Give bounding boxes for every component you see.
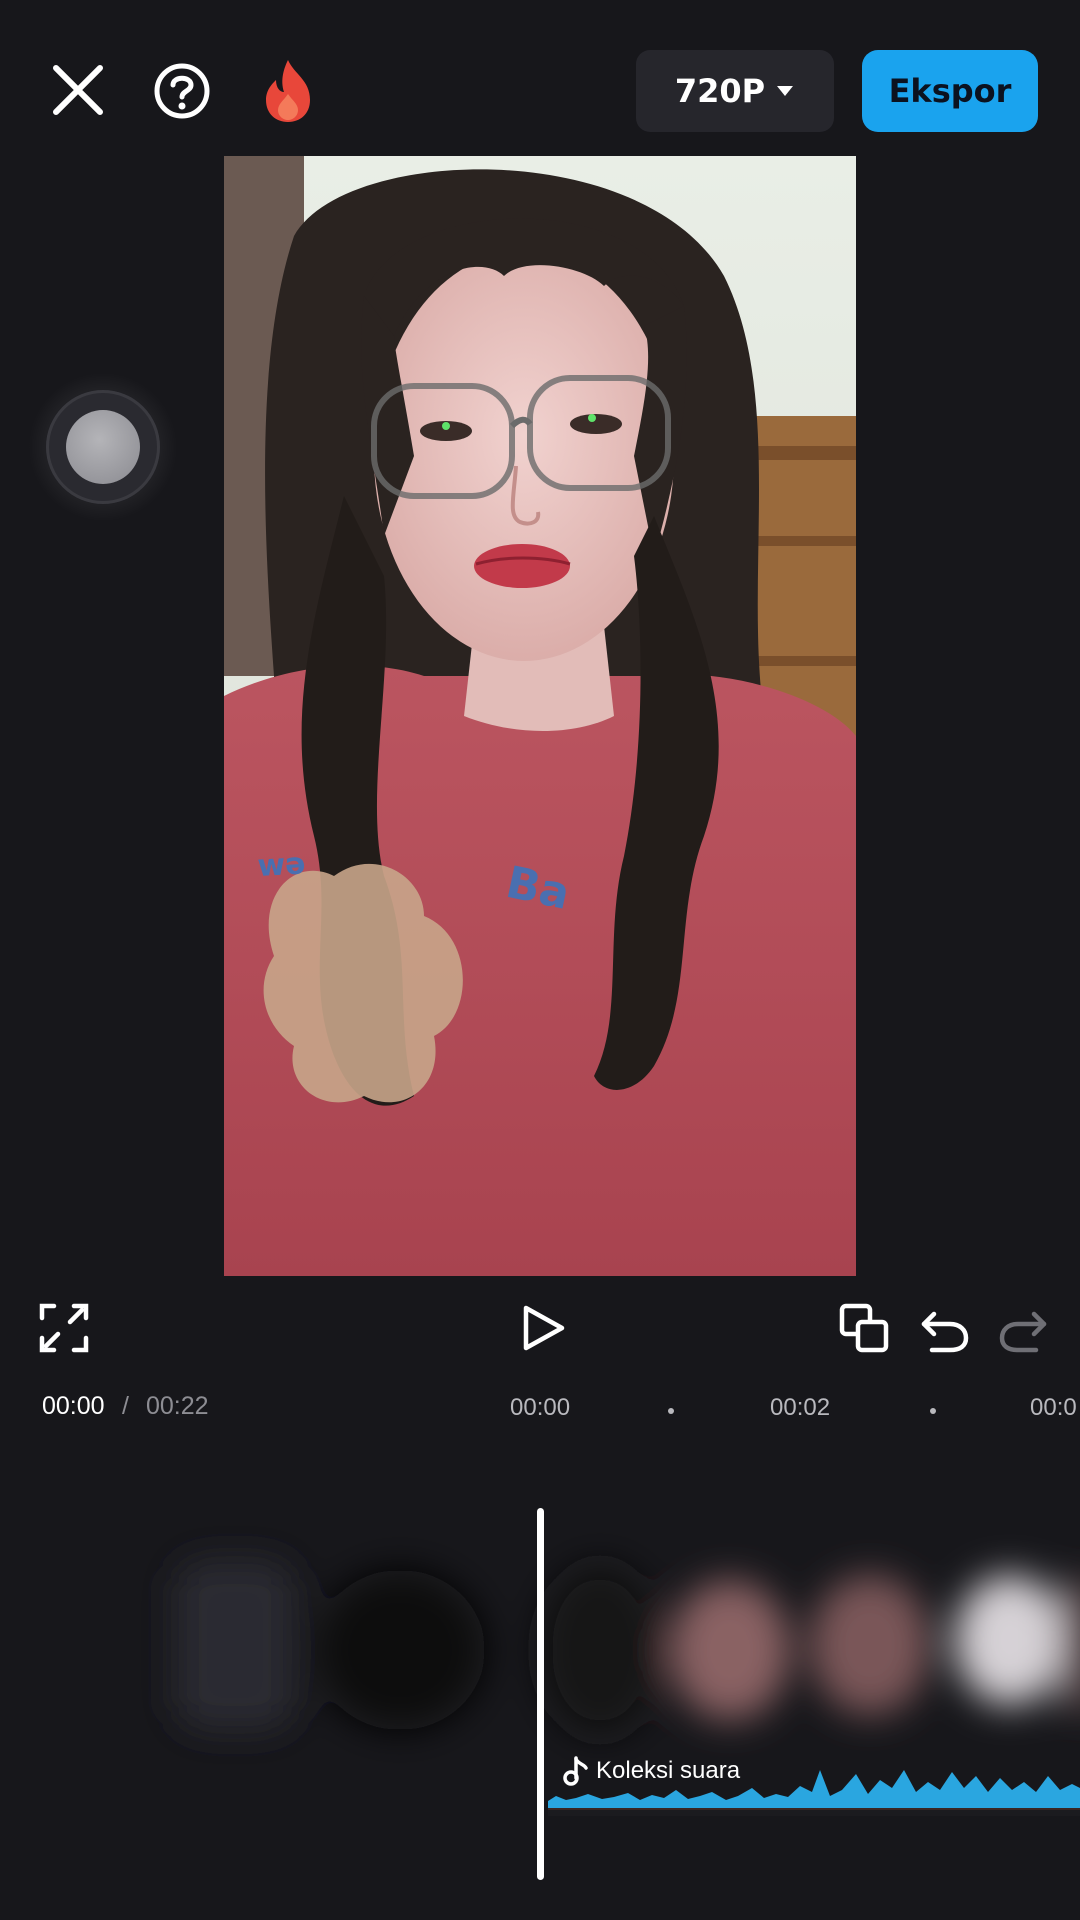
playhead[interactable] bbox=[537, 1508, 544, 1880]
copy-button[interactable] bbox=[836, 1300, 892, 1356]
chevron-down-icon bbox=[777, 86, 794, 96]
export-button[interactable]: Ekspor bbox=[862, 50, 1038, 132]
current-time: 00:00 bbox=[42, 1392, 105, 1420]
audio-track-label[interactable]: Koleksi suara bbox=[562, 1756, 740, 1786]
play-icon bbox=[523, 1305, 565, 1351]
redo-button[interactable] bbox=[996, 1300, 1052, 1356]
export-label: Ekspor bbox=[888, 72, 1012, 110]
flame-icon bbox=[266, 60, 310, 122]
audio-track-name: Koleksi suara bbox=[596, 1757, 741, 1784]
undo-icon bbox=[921, 1311, 969, 1353]
ruler-tick: 00:0 bbox=[1030, 1394, 1077, 1421]
ruler-dot bbox=[930, 1408, 936, 1414]
play-button[interactable] bbox=[514, 1300, 570, 1356]
fullscreen-icon bbox=[39, 1303, 89, 1353]
close-button[interactable] bbox=[48, 60, 108, 120]
ruler-dot bbox=[668, 1408, 674, 1414]
floating-handle-dot bbox=[66, 410, 140, 484]
redo-icon bbox=[999, 1311, 1047, 1353]
video-preview[interactable]: wə Ba bbox=[224, 156, 856, 1276]
undo-button[interactable] bbox=[916, 1300, 972, 1356]
resolution-label: 720P bbox=[674, 72, 766, 110]
resolution-dropdown[interactable]: 720P bbox=[636, 50, 834, 132]
help-button[interactable] bbox=[153, 62, 211, 120]
copy-icon bbox=[839, 1303, 889, 1353]
floating-handle[interactable] bbox=[28, 372, 178, 522]
fullscreen-button[interactable] bbox=[36, 1300, 92, 1356]
total-duration: 00:22 bbox=[146, 1392, 209, 1420]
ruler-tick: 00:00 bbox=[510, 1394, 571, 1421]
video-frame: wə Ba bbox=[224, 156, 856, 1276]
ruler-tick: 00:02 bbox=[770, 1394, 831, 1421]
flame-button[interactable] bbox=[258, 58, 318, 124]
music-note-icon bbox=[563, 1756, 588, 1786]
help-icon bbox=[154, 63, 210, 119]
close-icon bbox=[53, 65, 103, 115]
shirt-print: wə bbox=[257, 847, 307, 884]
time-separator: / bbox=[122, 1392, 129, 1420]
